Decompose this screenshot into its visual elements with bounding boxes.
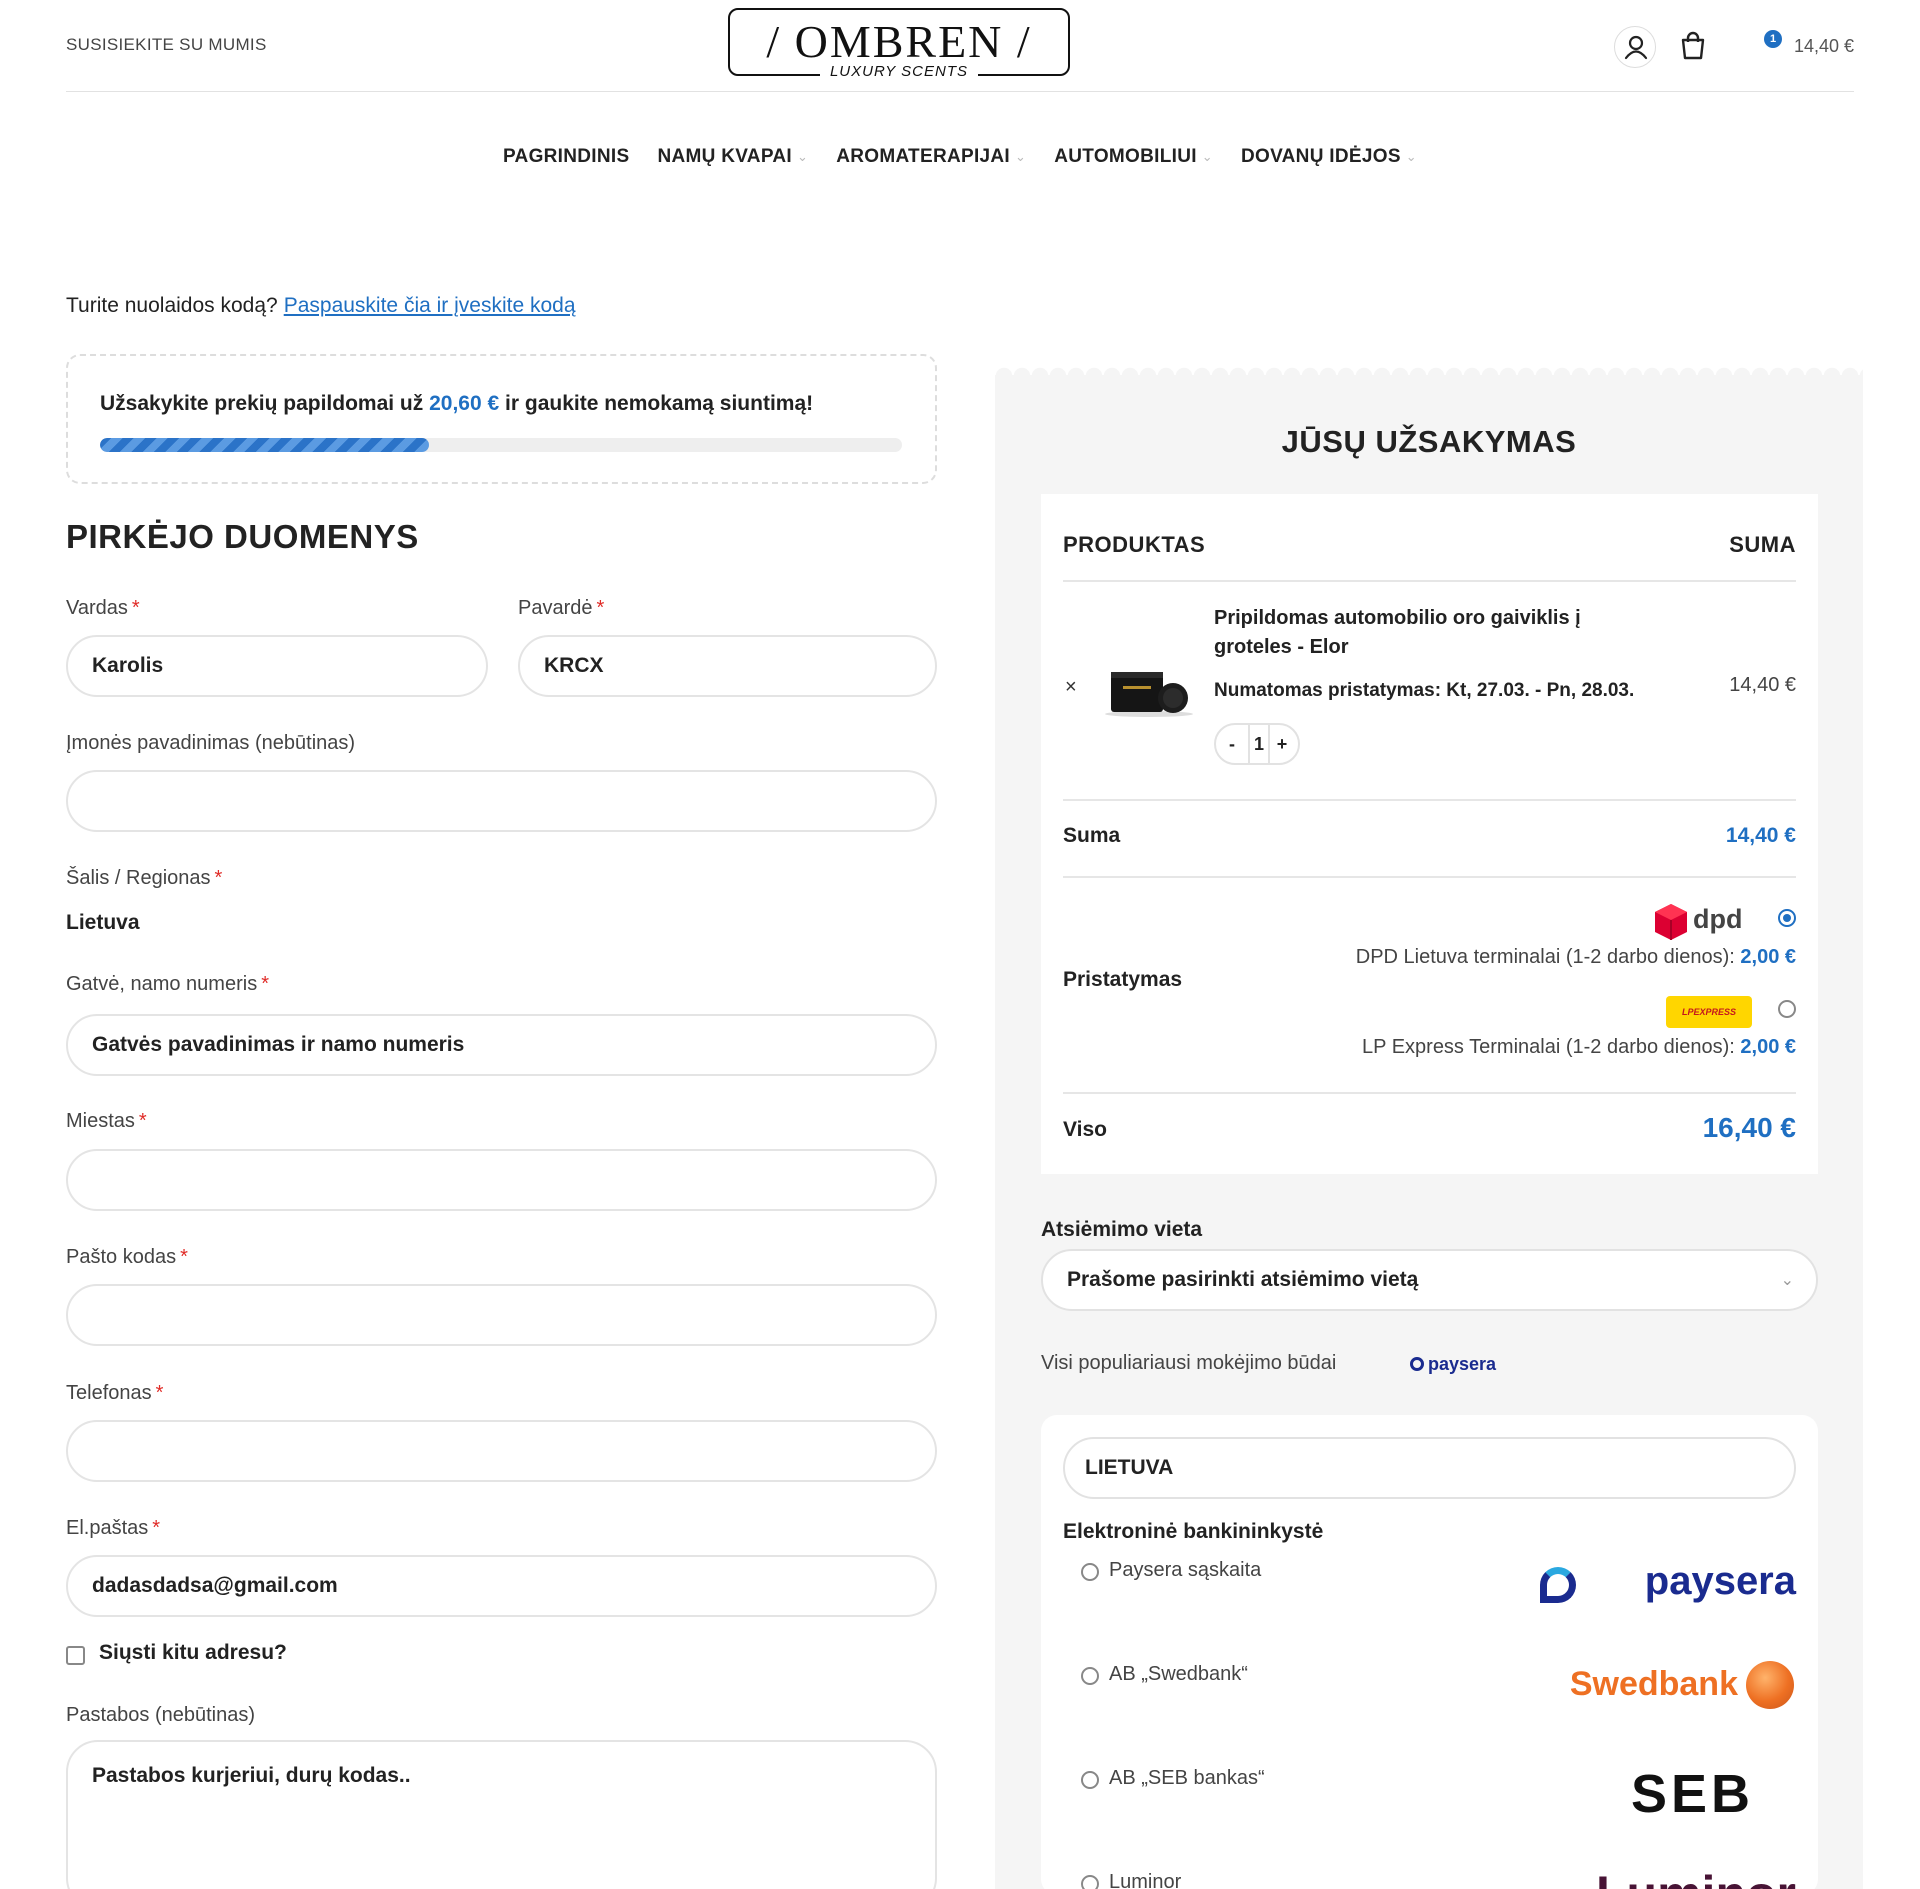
contact-link[interactable]: SUSISIEKITE SU MUMIS xyxy=(66,35,267,55)
progress-fill xyxy=(100,438,429,452)
remove-item-button[interactable]: × xyxy=(1065,676,1077,699)
shipping-dpd-option[interactable]: DPD Lietuva terminalai (1-2 darbo dienos… xyxy=(1356,946,1796,969)
bank-option-swedbank[interactable]: AB „Swedbank“ Swedbank xyxy=(1081,1661,1796,1721)
free-shipping-box: Užsakykite prekių papildomai už 20,60 € … xyxy=(66,354,937,484)
country-value: Lietuva xyxy=(66,911,140,934)
shipping-label: Pristatymas xyxy=(1063,968,1183,991)
nav-item-aromaterapijai[interactable]: AROMATERAPIJAI ⌄ xyxy=(836,146,1026,168)
chevron-down-icon: ⌄ xyxy=(1015,148,1027,164)
chevron-down-icon: ⌄ xyxy=(1201,148,1213,164)
bank-option-paysera[interactable]: Paysera sąskaita paysera xyxy=(1081,1557,1796,1617)
shipping-lp-radio[interactable] xyxy=(1778,1000,1796,1018)
dpd-cube-icon xyxy=(1655,904,1687,940)
email-field[interactable]: dadasdadsa@gmail.com xyxy=(66,1555,937,1617)
postcode-label: Pašto kodas * xyxy=(66,1246,188,1268)
subtotal-label: Suma xyxy=(1063,824,1121,847)
paysera-mark-icon xyxy=(1410,1357,1424,1371)
coupon-notice: Turite nuolaidos kodą? Paspauskite čia ir… xyxy=(66,294,576,318)
ebanking-title: Elektroninė bankininkystė xyxy=(1063,1520,1324,1543)
nav-item-pagrindinis[interactable]: PAGRINDINIS xyxy=(503,146,629,168)
chevron-down-icon: ⌄ xyxy=(1780,1272,1794,1289)
cart-count-badge: 1 xyxy=(1764,30,1782,48)
product-name[interactable]: Pripildomas automobilio oro gaiviklis į … xyxy=(1214,604,1654,662)
chevron-down-icon: ⌄ xyxy=(1405,148,1417,164)
phone-field[interactable] xyxy=(66,1420,937,1482)
payment-country-select[interactable]: LIETUVA xyxy=(1063,1437,1796,1499)
coupon-question: Turite nuolaidos kodą? xyxy=(66,294,278,317)
cart-icon[interactable] xyxy=(1680,30,1706,60)
email-label: El.paštas * xyxy=(66,1517,161,1539)
divider xyxy=(1063,1092,1796,1094)
site-logo[interactable]: / OMBREN / LUXURY SCENTS xyxy=(728,8,1070,85)
paysera-logo-small: paysera xyxy=(1410,1354,1496,1375)
street-label: Gatvė, namo numeris * xyxy=(66,973,269,995)
first-name-field[interactable]: Karolis xyxy=(66,635,488,697)
logo-wordmark: / OMBREN / xyxy=(766,16,1032,67)
main-nav: PAGRINDINIS NAMŲ KVAPAI ⌄ AROMATERAPIJAI ⌄… xyxy=(0,146,1920,168)
paysera-mark-icon xyxy=(1540,1567,1576,1603)
last-name-field[interactable]: KRCX xyxy=(518,635,937,697)
product-image xyxy=(1105,672,1193,717)
country-label: Šalis / Regionas * xyxy=(66,867,223,889)
qty-minus-button[interactable]: - xyxy=(1216,725,1248,763)
city-label: Miestas * xyxy=(66,1110,147,1132)
last-name-label: Pavardė * xyxy=(518,597,605,619)
shipping-dpd-radio[interactable] xyxy=(1778,909,1796,927)
payment-card: LIETUVA Elektroninė bankininkystė Payser… xyxy=(1041,1415,1818,1889)
divider xyxy=(1063,876,1796,878)
nav-item-dovanu-idejos[interactable]: DOVANŲ IDĖJOS ⌄ xyxy=(1241,146,1417,168)
pickup-select[interactable]: Prašome pasirinkti atsiėmimo vietą ⌄ xyxy=(1041,1249,1818,1311)
nav-item-namu-kvapai[interactable]: NAMŲ KVAPAI ⌄ xyxy=(657,146,808,168)
payment-intro: Visi populiariausi mokėjimo būdai xyxy=(1041,1352,1337,1374)
first-name-label: Vardas * xyxy=(66,597,140,619)
order-panel-edge xyxy=(995,362,1863,376)
free-shipping-progress xyxy=(100,438,902,452)
order-title: JŪSŲ UŽSAKYMAS xyxy=(1281,424,1577,459)
cart-total[interactable]: 14,40 € xyxy=(1794,36,1854,57)
pickup-label: Atsiėmimo vieta xyxy=(1041,1218,1203,1241)
order-table: PRODUKTAS SUMA × Pripildomas automobilio… xyxy=(1041,494,1818,1174)
postcode-field[interactable] xyxy=(66,1284,937,1346)
ship-different-label[interactable]: Siųsti kitu adresu? xyxy=(99,1641,287,1665)
lp-express-logo: LPEXPRESS xyxy=(1666,996,1752,1028)
coupon-link[interactable]: Paspauskite čia ir įveskite kodą xyxy=(284,294,576,317)
account-button[interactable] xyxy=(1614,26,1656,68)
bank-radio[interactable] xyxy=(1081,1771,1099,1789)
logo-tagline: LUXURY SCENTS xyxy=(820,63,978,85)
nav-item-automobiliui[interactable]: AUTOMOBILIUI ⌄ xyxy=(1054,146,1213,168)
subtotal-value: 14,40 € xyxy=(1725,824,1796,847)
total-value: 16,40 € xyxy=(1702,1112,1796,1143)
user-icon xyxy=(1624,35,1648,60)
bank-option-luminor[interactable]: Luminor Luminor xyxy=(1081,1866,1796,1889)
bank-option-seb[interactable]: AB „SEB bankas“ SEB xyxy=(1081,1764,1796,1825)
company-label: Įmonės pavadinimas (nebūtinas) xyxy=(66,732,356,754)
qty-plus-button[interactable]: + xyxy=(1266,725,1298,763)
street-field[interactable]: Gatvės pavadinimas ir namo numeris xyxy=(66,1014,937,1076)
phone-label: Telefonas * xyxy=(66,1382,164,1404)
bank-radio[interactable] xyxy=(1081,1667,1099,1685)
col-sum-header: SUMA xyxy=(1729,532,1796,557)
notes-textarea[interactable]: Pastabos kurjeriui, durų kodas.. xyxy=(66,1740,937,1889)
bank-radio[interactable] xyxy=(1081,1563,1099,1581)
delivery-estimate: Numatomas pristatymas: Kt, 27.03. - Pn, … xyxy=(1214,680,1635,701)
company-field[interactable] xyxy=(66,770,937,832)
bank-radio[interactable] xyxy=(1081,1875,1099,1889)
quantity-stepper: - 1 + xyxy=(1214,723,1300,765)
col-product-header: PRODUKTAS xyxy=(1063,532,1206,557)
free-shipping-text: Užsakykite prekių papildomai už 20,60 € … xyxy=(100,392,814,415)
divider xyxy=(1063,799,1796,801)
dpd-logo: dpd xyxy=(1693,904,1743,934)
swedbank-oak-icon xyxy=(1746,1661,1794,1709)
product-price: 14,40 € xyxy=(1729,674,1796,696)
city-field[interactable] xyxy=(66,1149,937,1211)
billing-title: PIRKĖJO DUOMENYS xyxy=(66,518,419,555)
chevron-down-icon: ⌄ xyxy=(797,148,809,164)
ship-different-checkbox[interactable] xyxy=(66,1646,85,1665)
divider xyxy=(1063,580,1796,582)
notes-label: Pastabos (nebūtinas) xyxy=(66,1704,256,1726)
shipping-lp-option[interactable]: LP Express Terminalai (1-2 darbo dienos)… xyxy=(1362,1036,1796,1059)
free-shipping-amount: 20,60 € xyxy=(429,392,500,415)
total-label: Viso xyxy=(1063,1118,1107,1141)
